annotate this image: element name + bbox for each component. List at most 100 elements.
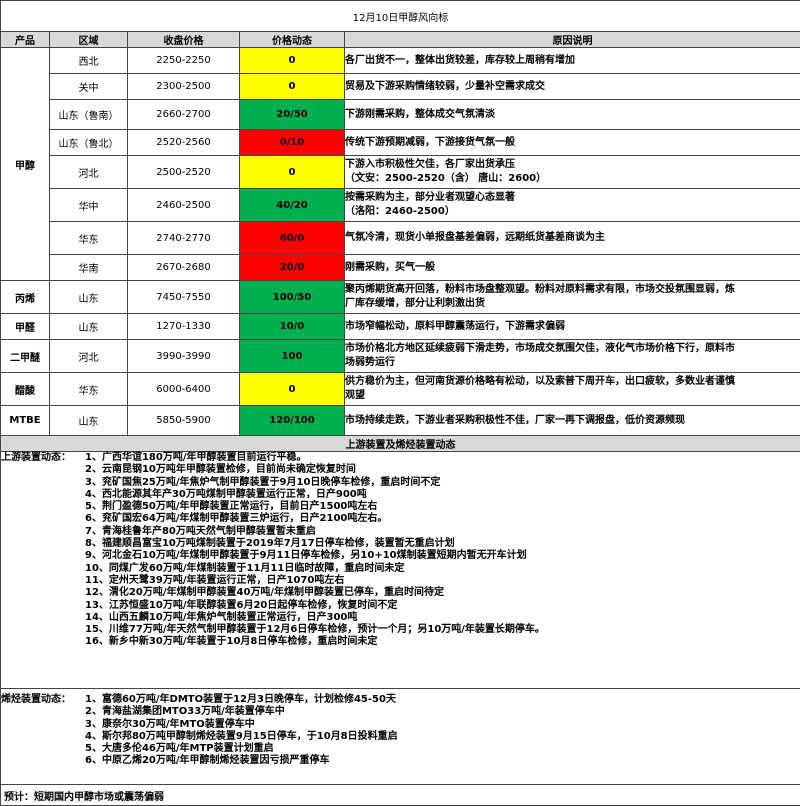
upstream-section-title: 上游装置及烯烃装置动态 [1, 436, 800, 452]
reason-cell: 市场价格北方地区延续疲弱下滑走势，市场成交氛围欠佳，液化气市场价格下行，原料市场… [345, 340, 800, 373]
price-change-cell: 100/50 [240, 281, 345, 314]
region-cell: 山东（鲁南） [50, 100, 128, 130]
table-row: 河北2500-25200下游入市积极性欠佳，各厂家出货承压（文安：2500-25… [1, 156, 800, 189]
price-change-cell: 60/0 [240, 222, 345, 255]
price-cell: 1270-1330 [128, 314, 240, 340]
reason-line: 厂库存缓增，部分让利刺激出货 [345, 297, 800, 311]
reason-line: 供方稳价为主，但河南货源价格略有松动，以及索普下周开车，出口疲软，多数业者谨慎 [345, 375, 800, 389]
device-item: 6、中原乙烯20万吨/年甲醇制烯烃装置因亏损严重停车 [1, 755, 800, 767]
reason-cell: 各厂出货不一，整体出货较差，库存较上周稍有增加 [345, 48, 800, 74]
price-cell: 2460-2500 [128, 189, 240, 222]
table-row: MTBE山东5850-5900120/100市场持续走跌，下游业者采购积极性不佳… [1, 406, 800, 436]
price-cell: 2670-2680 [128, 255, 240, 281]
device-item: 12、渭化20万吨/年煤制甲醇装置40万吨/年煤制甲醇装置已停车，重启时间待定 [1, 587, 800, 599]
product-cell: 丙烯 [1, 281, 50, 314]
table-row: 二甲醚河北3990-3990100市场价格北方地区延续疲弱下滑走势，市场成交氛围… [1, 340, 800, 373]
methanol-rows: 甲醇西北2250-22500各厂出货不一，整体出货较差，库存较上周稍有增加关中2… [1, 48, 800, 281]
reason-line: 刚需采购，买气一般 [345, 261, 800, 275]
device-item: 11、定州天鹭39万吨/年装置运行正常，日产1070吨左右 [1, 575, 800, 587]
region-cell: 华东 [50, 373, 128, 406]
device-item: 15、川维77万吨/年天然气制甲醇装置于12月6日停车检修，预计一个月；另10万… [1, 624, 800, 636]
device-item: 3、兖矿国焦25万吨/年焦炉气制甲醇装置于9月10日晚停车检修，重启时间不定 [1, 477, 800, 489]
region-cell: 山东 [50, 406, 128, 436]
table-row: 山东（鲁北）2520-25600/10传统下游预期减弱，下游接货气氛一般 [1, 130, 800, 156]
region-cell: 山东 [50, 281, 128, 314]
device-item: 8、福建顺昌富宝10万吨煤制装置于2019年7月17日停车检修，装置暂无重启计划 [1, 538, 800, 550]
price-change-cell: 100 [240, 340, 345, 373]
reason-cell: 传统下游预期减弱，下游接货气氛一般 [345, 130, 800, 156]
device-item: 4、西北能源其年产30万吨煤制甲醇装置运行正常，日产900吨 [1, 489, 800, 501]
reason-cell: 气氛冷清，现货小单报盘基差偏弱，远期纸货基差商谈为主 [345, 222, 800, 255]
price-change-cell: 20/0 [240, 255, 345, 281]
product-cell: MTBE [1, 406, 50, 436]
forecast: 预计：短期国内甲醇市场或震荡偏弱 [1, 785, 800, 806]
region-cell: 河北 [50, 156, 128, 189]
device-item: 2、青海盐湖集团MTO33万吨/年装置停车中 [1, 706, 800, 718]
reason-line: 市场持续走跌，下游业者采购积极性不佳，厂家一再下调报盘，低价资源频现 [345, 414, 800, 428]
reason-line: 市场价格北方地区延续疲弱下滑走势，市场成交氛围欠佳，液化气市场价格下行，原料市 [345, 342, 800, 356]
section-label: 烯烃装置动态： [1, 694, 85, 706]
table-row: 华中2460-250040/20按需采购为主，部分业者观望心态显著（洛阳：246… [1, 189, 800, 222]
reason-line: 聚丙烯期货高开回落，粉料市场盘整观望。粉料对原料需求有限，市场交投氛围显弱，炼 [345, 283, 800, 297]
price-change-cell: 120/100 [240, 406, 345, 436]
product-cell: 甲醇 [1, 48, 50, 281]
reason-line: 气氛冷清，现货小单报盘基差偏弱，远期纸货基差商谈为主 [345, 231, 800, 245]
header-product: 产品 [1, 32, 50, 48]
reason-line: 场弱势运行 [345, 356, 800, 370]
table-row: 华南2670-268020/0刚需采购，买气一般 [1, 255, 800, 281]
device-item: 4、斯尔邦80万吨甲醇制烯烃装置9月15日停车，于10月8日投料重启 [1, 731, 800, 743]
table-row: 华东2740-277060/0气氛冷清，现货小单报盘基差偏弱，远期纸货基差商谈为… [1, 222, 800, 255]
header-price-change: 价格动态 [240, 32, 345, 48]
device-item: 5、大唐多伦46万吨/年MTP装置计划重启 [1, 743, 800, 755]
table-row: 甲醇西北2250-22500各厂出货不一，整体出货较差，库存较上周稍有增加 [1, 48, 800, 74]
table-row: 醋酸华东6000-64000供方稳价为主，但河南货源价格略有松动，以及索普下周开… [1, 373, 800, 406]
table-header: 产品 区域 收盘价格 价格动态 原因说明 [1, 32, 800, 48]
price-cell: 2250-2250 [128, 48, 240, 74]
price-cell: 3990-3990 [128, 340, 240, 373]
price-change-cell: 10/0 [240, 314, 345, 340]
price-cell: 2660-2700 [128, 100, 240, 130]
reason-cell: 刚需采购，买气一般 [345, 255, 800, 281]
device-item: 5、荆门盈德50万吨/年甲醇装置正常运行，目前日产1500吨左右 [1, 501, 800, 513]
region-cell: 山东 [50, 314, 128, 340]
wind-vane-sheet: 12月10日甲醇风向标 产品 区域 收盘价格 价格动态 原因说明 甲醇西北225… [0, 0, 800, 789]
device-item: 7、青海桂鲁年产80万吨天然气制甲醇装置暂未重启 [1, 526, 800, 538]
region-cell: 关中 [50, 74, 128, 100]
region-cell: 华南 [50, 255, 128, 281]
region-cell: 山东（鲁北） [50, 130, 128, 156]
device-item: 9、河北金石10万吨/年煤制甲醇装置于9月11日停车检修，另10+10煤制装置短… [1, 550, 800, 562]
device-item-text: 1、富德60万吨/年DMTO装置于12月3日晚停车，计划检修45-50天 [85, 694, 396, 705]
page-title: 12月10日甲醇风向标 [1, 1, 800, 32]
reason-line: （洛阳：2460-2500） [345, 205, 800, 219]
reason-line: 市场窄幅松动，原料甲醇震荡运行，下游需求偏弱 [345, 320, 800, 334]
device-item: 上游装置动态：1、广西华谊180万吨/年甲醇装置目前运行平稳。 [1, 452, 800, 464]
table-row: 山东（鲁南）2660-270020/50下游刚需采购，整体成交气氛清淡 [1, 100, 800, 130]
reason-line: 各厂出货不一，整体出货较差，库存较上周稍有增加 [345, 54, 800, 68]
price-cell: 7450-7550 [128, 281, 240, 314]
device-item: 13、江苏恒盛10万吨/年联醇装置6月20日起停车检修，恢复时间不定 [1, 600, 800, 612]
product-cell: 醋酸 [1, 373, 50, 406]
reason-cell: 按需采购为主，部分业者观望心态显著（洛阳：2460-2500） [345, 189, 800, 222]
price-change-cell: 20/50 [240, 100, 345, 130]
price-cell: 6000-6400 [128, 373, 240, 406]
header-close-price: 收盘价格 [128, 32, 240, 48]
price-change-cell: 0 [240, 156, 345, 189]
price-change-cell: 0 [240, 48, 345, 74]
olefin-devices-list: 烯烃装置动态：1、富德60万吨/年DMTO装置于12月3日晚停车，计划检修45-… [1, 694, 800, 768]
reason-line: 传统下游预期减弱，下游接货气氛一般 [345, 136, 800, 150]
region-cell: 华东 [50, 222, 128, 255]
reason-line: （文安：2500-2520（含） 唐山：2600） [345, 172, 800, 186]
device-item: 10、同煤广发60万吨/年煤制装置于11月11日临时故障，重启时间未定 [1, 563, 800, 575]
reason-cell: 聚丙烯期货高开回落，粉料市场盘整观望。粉料对原料需求有限，市场交投氛围显弱，炼厂… [345, 281, 800, 314]
table-row: 关中2300-25000贸易及下游采购情绪较弱，少量补空需求成交 [1, 74, 800, 100]
price-change-cell: 40/20 [240, 189, 345, 222]
header-reason: 原因说明 [345, 32, 800, 48]
upstream-devices-list: 上游装置动态：1、广西华谊180万吨/年甲醇装置目前运行平稳。2、云南昆钢10万… [1, 452, 800, 649]
header-region: 区域 [50, 32, 128, 48]
reason-line: 按需采购为主，部分业者观望心态显著 [345, 191, 800, 205]
device-item: 2、云南昆钢10万吨年甲醇装置检修，目前尚未确定恢复时间 [1, 464, 800, 476]
region-cell: 西北 [50, 48, 128, 74]
reason-line: 下游刚需采购，整体成交气氛清淡 [345, 108, 800, 122]
device-item: 16、新乡中新30万吨/年装置于10月8日停车检修，重启时间未定 [1, 636, 800, 648]
device-item: 6、兖矿国宏64万吨/年煤制甲醇装置三炉运行，日产2100吨左右。 [1, 513, 800, 525]
